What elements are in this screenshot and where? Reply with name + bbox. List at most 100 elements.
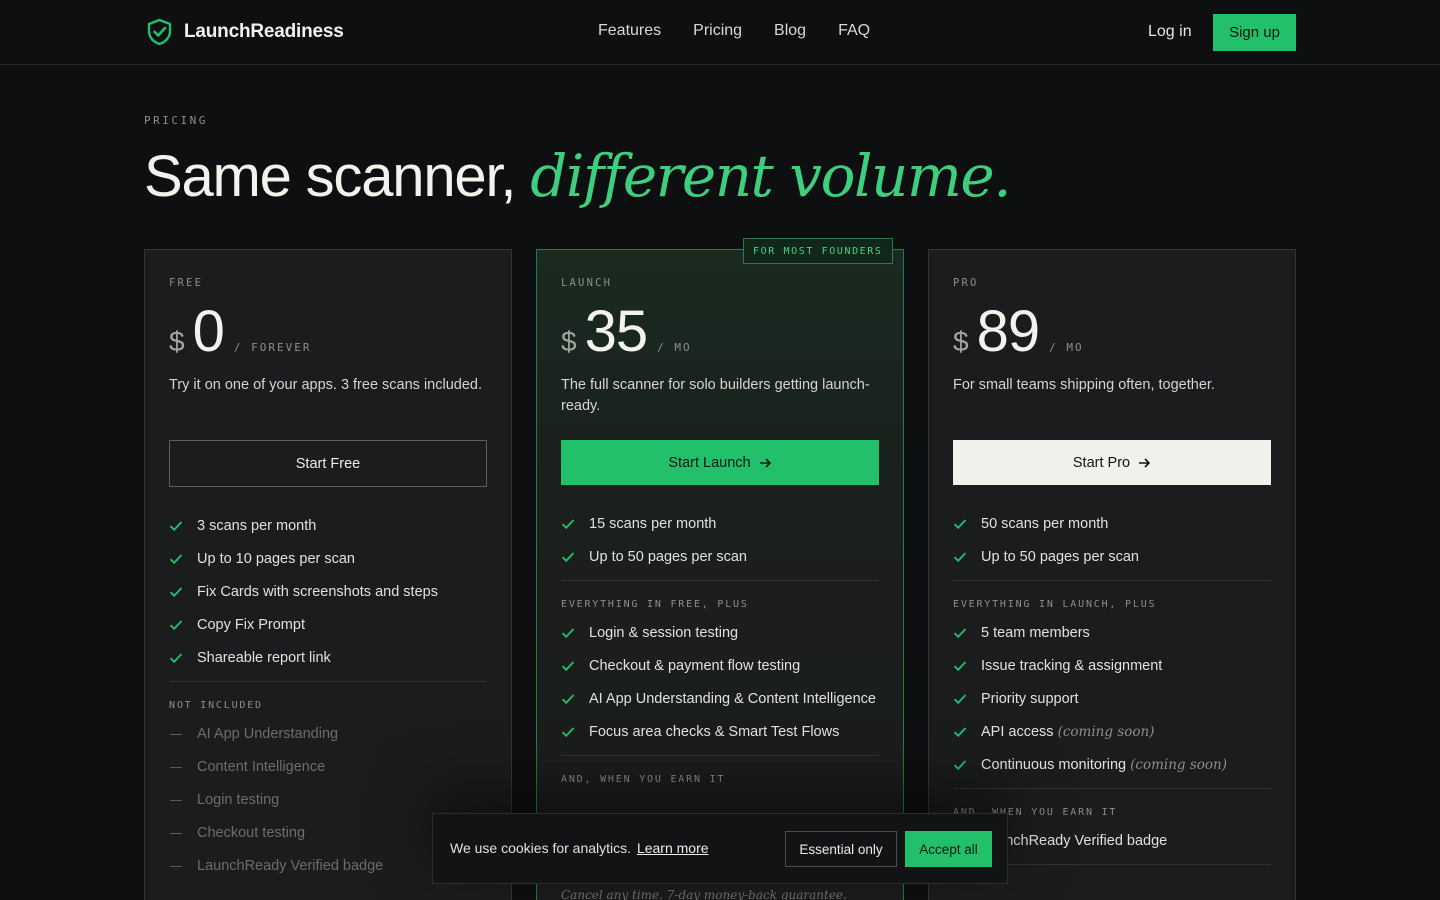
feature-text: 15 scans per month	[589, 516, 717, 532]
divider	[953, 580, 1271, 581]
list-item: Login & session testing	[561, 623, 879, 644]
feature-text: Checkout & payment flow testing	[589, 658, 801, 674]
cookie-text: We use cookies for analytics.	[450, 840, 632, 856]
feature-text: Copy Fix Prompt	[197, 617, 305, 633]
price-period: / MO	[657, 341, 692, 354]
essential-only-button[interactable]: Essential only	[785, 831, 897, 867]
divider	[561, 580, 879, 581]
nav-link-pricing[interactable]: Pricing	[693, 22, 742, 40]
divider	[953, 788, 1271, 789]
feature-text: Shareable report link	[197, 650, 331, 666]
learn-more-link[interactable]: Learn more	[637, 840, 709, 856]
list-item: 15 scans per month	[561, 514, 879, 535]
list-item: 50 scans per month	[953, 514, 1271, 535]
feature-text: Up to 10 pages per scan	[197, 551, 355, 567]
check-icon	[169, 587, 183, 598]
plan-tier: LAUNCH	[561, 277, 613, 289]
feature-text: 5 team members	[981, 625, 1090, 641]
brand-logo[interactable]: LaunchReadiness	[146, 18, 344, 46]
check-icon	[561, 727, 575, 738]
plan-price: $ 0 / FOREVER	[169, 298, 311, 365]
start-pro-button[interactable]: Start Pro	[953, 440, 1271, 485]
nav-links: Features Pricing Blog FAQ	[598, 22, 870, 40]
price-period: / MO	[1049, 341, 1084, 354]
feature-text: Fix Cards with screenshots and steps	[197, 584, 438, 600]
plan-card-free: FREE $ 0 / FOREVER Try it on one of your…	[144, 249, 512, 900]
divider	[169, 681, 487, 682]
check-icon	[953, 552, 967, 563]
list-item: Up to 50 pages per scan	[953, 547, 1271, 568]
recommended-badge: FOR MOST FOUNDERS	[743, 238, 893, 264]
plan-description: For small teams shipping often, together…	[953, 377, 1215, 393]
feature-text: 3 scans per month	[197, 518, 317, 534]
feature-text: Checkout testing	[197, 825, 306, 841]
feature-text: AI App Understanding	[197, 726, 339, 742]
check-icon	[561, 628, 575, 639]
dash-icon	[170, 800, 182, 801]
arrow-right-icon	[759, 457, 771, 468]
list-item: Up to 10 pages per scan	[169, 549, 487, 570]
login-link[interactable]: Log in	[1148, 23, 1192, 41]
brand-name: LaunchReadiness	[184, 21, 344, 42]
check-icon	[953, 694, 967, 705]
dash-icon	[170, 767, 182, 768]
nav-link-features[interactable]: Features	[598, 22, 661, 40]
plan-description: Try it on one of your apps. 3 free scans…	[169, 377, 482, 393]
feature-text: API access	[981, 724, 1054, 740]
price-period: / FOREVER	[233, 341, 312, 354]
check-icon	[169, 620, 183, 631]
currency-symbol: $	[953, 326, 969, 357]
check-icon	[169, 521, 183, 532]
cookie-banner: We use cookies for analytics. Learn more…	[432, 813, 1008, 884]
list-item: Continuous monitoring (coming soon)	[953, 755, 1271, 776]
start-launch-button[interactable]: Start Launch	[561, 440, 879, 485]
page-title: Same scanner, different volume.	[144, 142, 1012, 210]
list-item: AI App Understanding	[169, 724, 487, 745]
top-nav: LaunchReadiness Features Pricing Blog FA…	[0, 0, 1440, 65]
nav-link-blog[interactable]: Blog	[774, 22, 806, 40]
section-label: AND, WHEN YOU EARN IT	[561, 774, 726, 785]
list-item: Fix Cards with screenshots and steps	[169, 582, 487, 603]
feature-text: LaunchReady Verified badge	[981, 833, 1168, 849]
list-item: Login testing	[169, 790, 487, 811]
list-item: Shareable report link	[169, 648, 487, 669]
list-item: Issue tracking & assignment	[953, 656, 1271, 677]
feature-text: AI App Understanding & Content Intellige…	[589, 691, 876, 707]
list-item: Up to 50 pages per scan	[561, 547, 879, 568]
title-accent: different volume.	[530, 142, 1011, 210]
plan-description: The full scanner for solo builders getti…	[561, 377, 870, 414]
check-icon	[169, 653, 183, 664]
cta-label: Start Pro	[1072, 454, 1131, 471]
currency-symbol: $	[561, 326, 577, 357]
dash-icon	[170, 734, 182, 735]
nav-link-faq[interactable]: FAQ	[838, 22, 870, 40]
start-free-button[interactable]: Start Free	[169, 440, 487, 487]
cta-label: Start Launch	[668, 454, 751, 471]
check-icon	[953, 628, 967, 639]
check-icon	[953, 661, 967, 672]
check-icon	[953, 519, 967, 530]
check-icon	[561, 552, 575, 563]
arrow-right-icon	[1139, 457, 1151, 468]
divider	[561, 755, 879, 756]
plan-card-pro: PRO $ 89 / MO For small teams shipping o…	[928, 249, 1296, 900]
shield-check-icon	[147, 18, 172, 46]
list-item: Copy Fix Prompt	[169, 615, 487, 636]
feature-text: Priority support	[981, 691, 1079, 707]
section-label: EVERYTHING IN LAUNCH, PLUS	[953, 599, 1157, 610]
currency-symbol: $	[169, 326, 185, 357]
list-item: Priority support	[953, 689, 1271, 710]
feature-text: 50 scans per month	[981, 516, 1109, 532]
dash-icon	[170, 866, 182, 867]
signup-button[interactable]: Sign up	[1213, 14, 1296, 51]
list-item: API access (coming soon)	[953, 722, 1271, 743]
check-icon	[561, 694, 575, 705]
accept-all-button[interactable]: Accept all	[905, 831, 992, 867]
plan-tier: FREE	[169, 277, 204, 289]
feature-text: Login testing	[197, 792, 280, 808]
feature-text: Login & session testing	[589, 625, 739, 641]
check-icon	[561, 519, 575, 530]
fine-print: Cancel any time. 7-day money-back guaran…	[561, 888, 847, 900]
feature-text: Focus area checks & Smart Test Flows	[589, 724, 840, 740]
list-item: Checkout & payment flow testing	[561, 656, 879, 677]
